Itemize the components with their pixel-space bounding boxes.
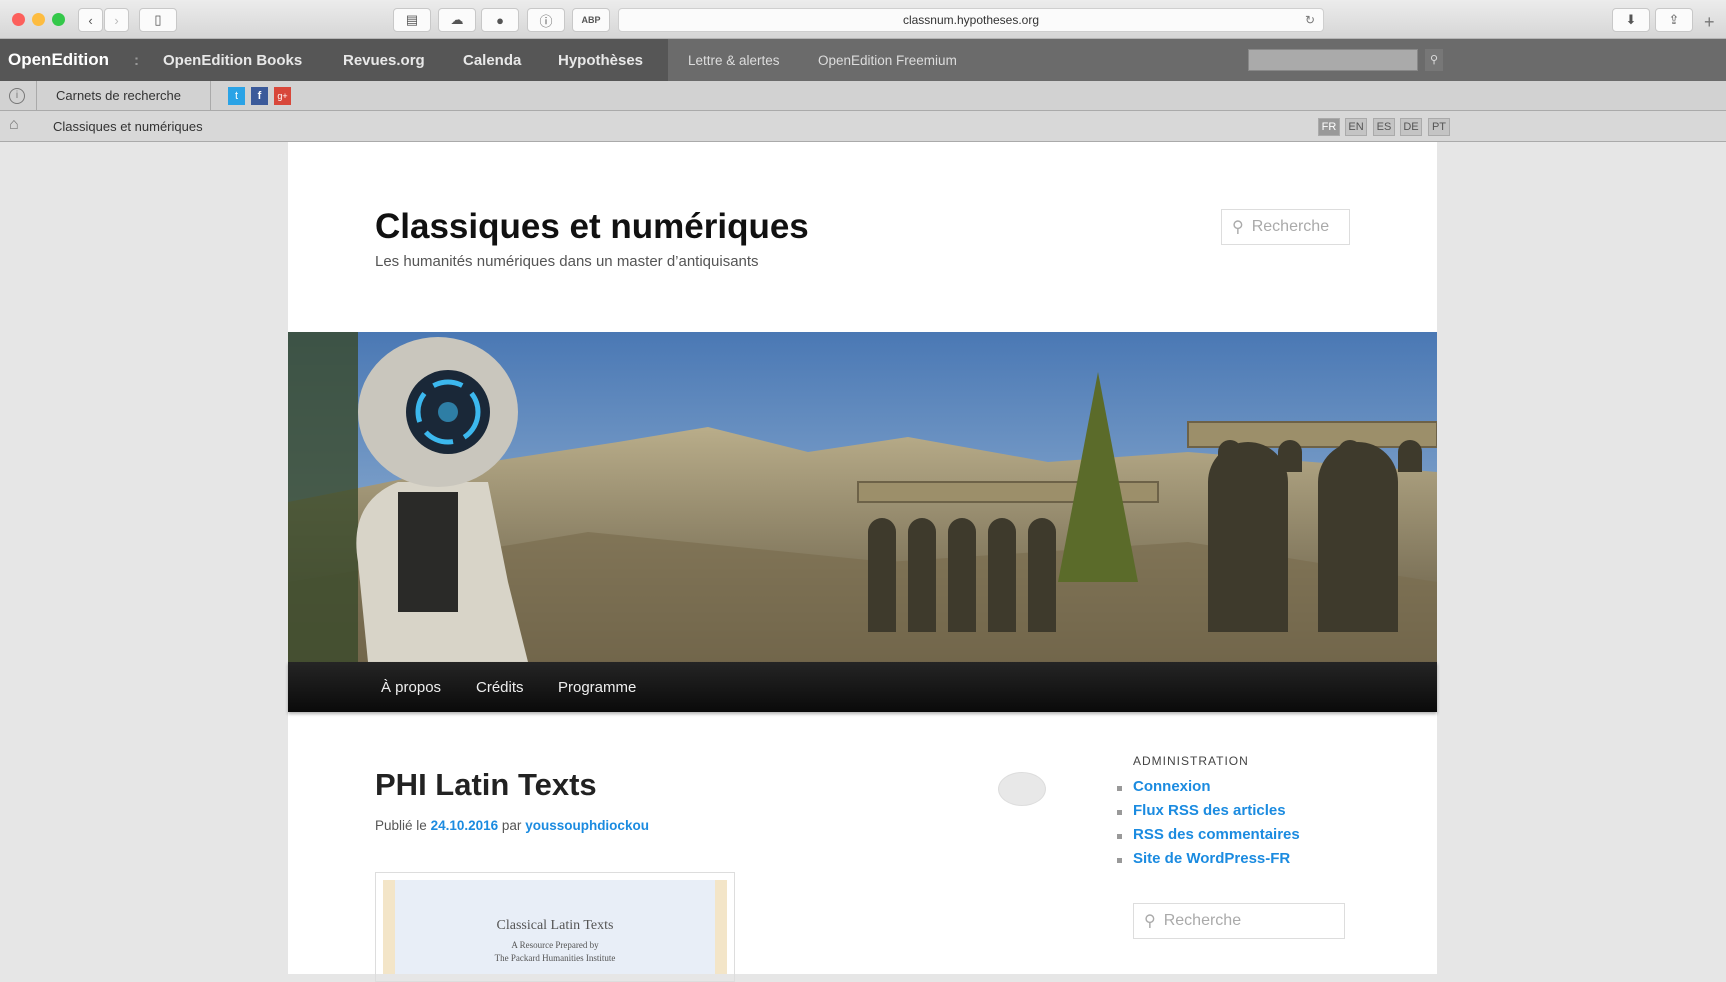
nav-freemium[interactable]: OpenEdition Freemium bbox=[818, 39, 957, 81]
zoom-window-button[interactable] bbox=[52, 13, 65, 26]
lang-de[interactable]: DE bbox=[1400, 118, 1422, 136]
openedition-search-input[interactable] bbox=[1248, 49, 1418, 71]
minimize-window-button[interactable] bbox=[32, 13, 45, 26]
nav-lettre-alertes[interactable]: Lettre & alertes bbox=[688, 39, 780, 81]
post-title[interactable]: PHI Latin Texts bbox=[375, 767, 597, 803]
lightbulb-icon[interactable]: ● bbox=[481, 8, 519, 32]
twitter-icon[interactable]: t bbox=[228, 87, 245, 105]
post-meta: Publié le 24.10.2016 par youssouphdiocko… bbox=[375, 818, 649, 833]
link-flux-rss-articles[interactable]: Flux RSS des articles bbox=[1133, 802, 1286, 819]
sidebar-heading: ADMINISTRATION bbox=[1133, 754, 1249, 768]
bullet bbox=[1117, 834, 1122, 839]
new-tab-icon[interactable]: + bbox=[1704, 12, 1715, 33]
bullet bbox=[1117, 858, 1122, 863]
site-subtitle: Les humanités numériques dans un master … bbox=[375, 253, 759, 270]
carnets-bar: i Carnets de recherche t f g+ bbox=[0, 81, 1726, 111]
post-image[interactable]: Classical Latin Texts A Resource Prepare… bbox=[375, 872, 735, 982]
menu-credits[interactable]: Crédits bbox=[476, 662, 524, 712]
image-line1: A Resource Prepared by bbox=[511, 940, 599, 950]
image-line2: The Packard Humanities Institute bbox=[494, 953, 616, 963]
nav-revues[interactable]: Revues.org bbox=[343, 39, 425, 81]
link-rss-commentaires[interactable]: RSS des commentaires bbox=[1133, 826, 1300, 843]
share-icon[interactable]: ⇪ bbox=[1655, 8, 1693, 32]
url-text: classnum.hypotheses.org bbox=[902, 13, 1040, 27]
lang-en[interactable]: EN bbox=[1345, 118, 1367, 136]
adblock-icon[interactable]: ABP bbox=[572, 8, 610, 32]
link-connexion[interactable]: Connexion bbox=[1133, 778, 1211, 795]
brand-separator: : bbox=[134, 51, 139, 69]
comment-bubble-icon[interactable] bbox=[998, 772, 1046, 806]
site-title[interactable]: Classiques et numériques bbox=[375, 207, 809, 247]
lang-es[interactable]: ES bbox=[1373, 118, 1395, 136]
search-placeholder: Recherche bbox=[1163, 912, 1242, 929]
author-link[interactable]: youssouphdiockou bbox=[525, 818, 649, 833]
divider bbox=[210, 81, 211, 111]
password-icon[interactable]: ⓘ bbox=[527, 8, 565, 32]
search-icon: ⚲ bbox=[1144, 913, 1156, 930]
close-window-button[interactable] bbox=[12, 13, 25, 26]
bullet bbox=[1117, 810, 1122, 815]
nav-openedition-books[interactable]: OpenEdition Books bbox=[163, 39, 302, 81]
info-icon[interactable]: i bbox=[9, 88, 25, 104]
divider bbox=[36, 81, 37, 111]
openedition-brand[interactable]: OpenEdition bbox=[8, 39, 109, 81]
robot-aqueduct-landscape-image bbox=[288, 332, 1437, 662]
header-image bbox=[288, 332, 1437, 662]
menu-a-propos[interactable]: À propos bbox=[381, 662, 441, 712]
browser-toolbar: ‹ › ▯ ▤ ☁ ● ⓘ ABP classnum.hypotheses.or… bbox=[0, 0, 1726, 39]
cloud-icon[interactable]: ☁ bbox=[438, 8, 476, 32]
sidebar-search-input[interactable]: ⚲ Recherche bbox=[1133, 903, 1345, 939]
header-search-input[interactable]: ⚲ Recherche bbox=[1221, 209, 1350, 245]
facebook-icon[interactable]: f bbox=[251, 87, 268, 105]
openedition-bar: OpenEdition : OpenEdition Books Revues.o… bbox=[0, 39, 1726, 81]
menu-programme[interactable]: Programme bbox=[558, 662, 636, 712]
search-placeholder: Recherche bbox=[1251, 218, 1330, 235]
link-wordpress-fr[interactable]: Site de WordPress-FR bbox=[1133, 850, 1290, 867]
back-button[interactable]: ‹ bbox=[78, 8, 103, 32]
address-bar[interactable]: classnum.hypotheses.org ↻ bbox=[618, 8, 1324, 32]
breadcrumb-current[interactable]: Classiques et numériques bbox=[53, 119, 203, 134]
breadcrumb-bar: ⌂ Classiques et numériques FR EN ES DE P… bbox=[0, 111, 1726, 142]
by-label: par bbox=[501, 818, 522, 833]
nav-calenda[interactable]: Calenda bbox=[463, 39, 521, 81]
lang-pt[interactable]: PT bbox=[1428, 118, 1450, 136]
forward-button[interactable]: › bbox=[104, 8, 129, 32]
page-content: Classiques et numériques Les humanités n… bbox=[288, 142, 1437, 982]
search-icon[interactable]: ⚲ bbox=[1425, 49, 1443, 71]
post-date-link[interactable]: 24.10.2016 bbox=[431, 818, 499, 833]
nav-hypotheses[interactable]: Hypothèses bbox=[558, 39, 643, 81]
image-title: Classical Latin Texts bbox=[496, 918, 614, 933]
reader-icon[interactable]: ▤ bbox=[393, 8, 431, 32]
published-label: Publié le bbox=[375, 818, 427, 833]
bullet bbox=[1117, 786, 1122, 791]
search-icon: ⚲ bbox=[1232, 219, 1244, 236]
carnets-link[interactable]: Carnets de recherche bbox=[56, 88, 181, 103]
sidebar-toggle-icon[interactable]: ▯ bbox=[139, 8, 177, 32]
google-plus-icon[interactable]: g+ bbox=[274, 87, 291, 105]
downloads-icon[interactable]: ⬇ bbox=[1612, 8, 1650, 32]
lang-fr[interactable]: FR bbox=[1318, 118, 1340, 136]
main-menu: À propos Crédits Programme bbox=[288, 662, 1437, 712]
home-icon[interactable]: ⌂ bbox=[9, 116, 19, 134]
reload-icon[interactable]: ↻ bbox=[1305, 13, 1315, 27]
